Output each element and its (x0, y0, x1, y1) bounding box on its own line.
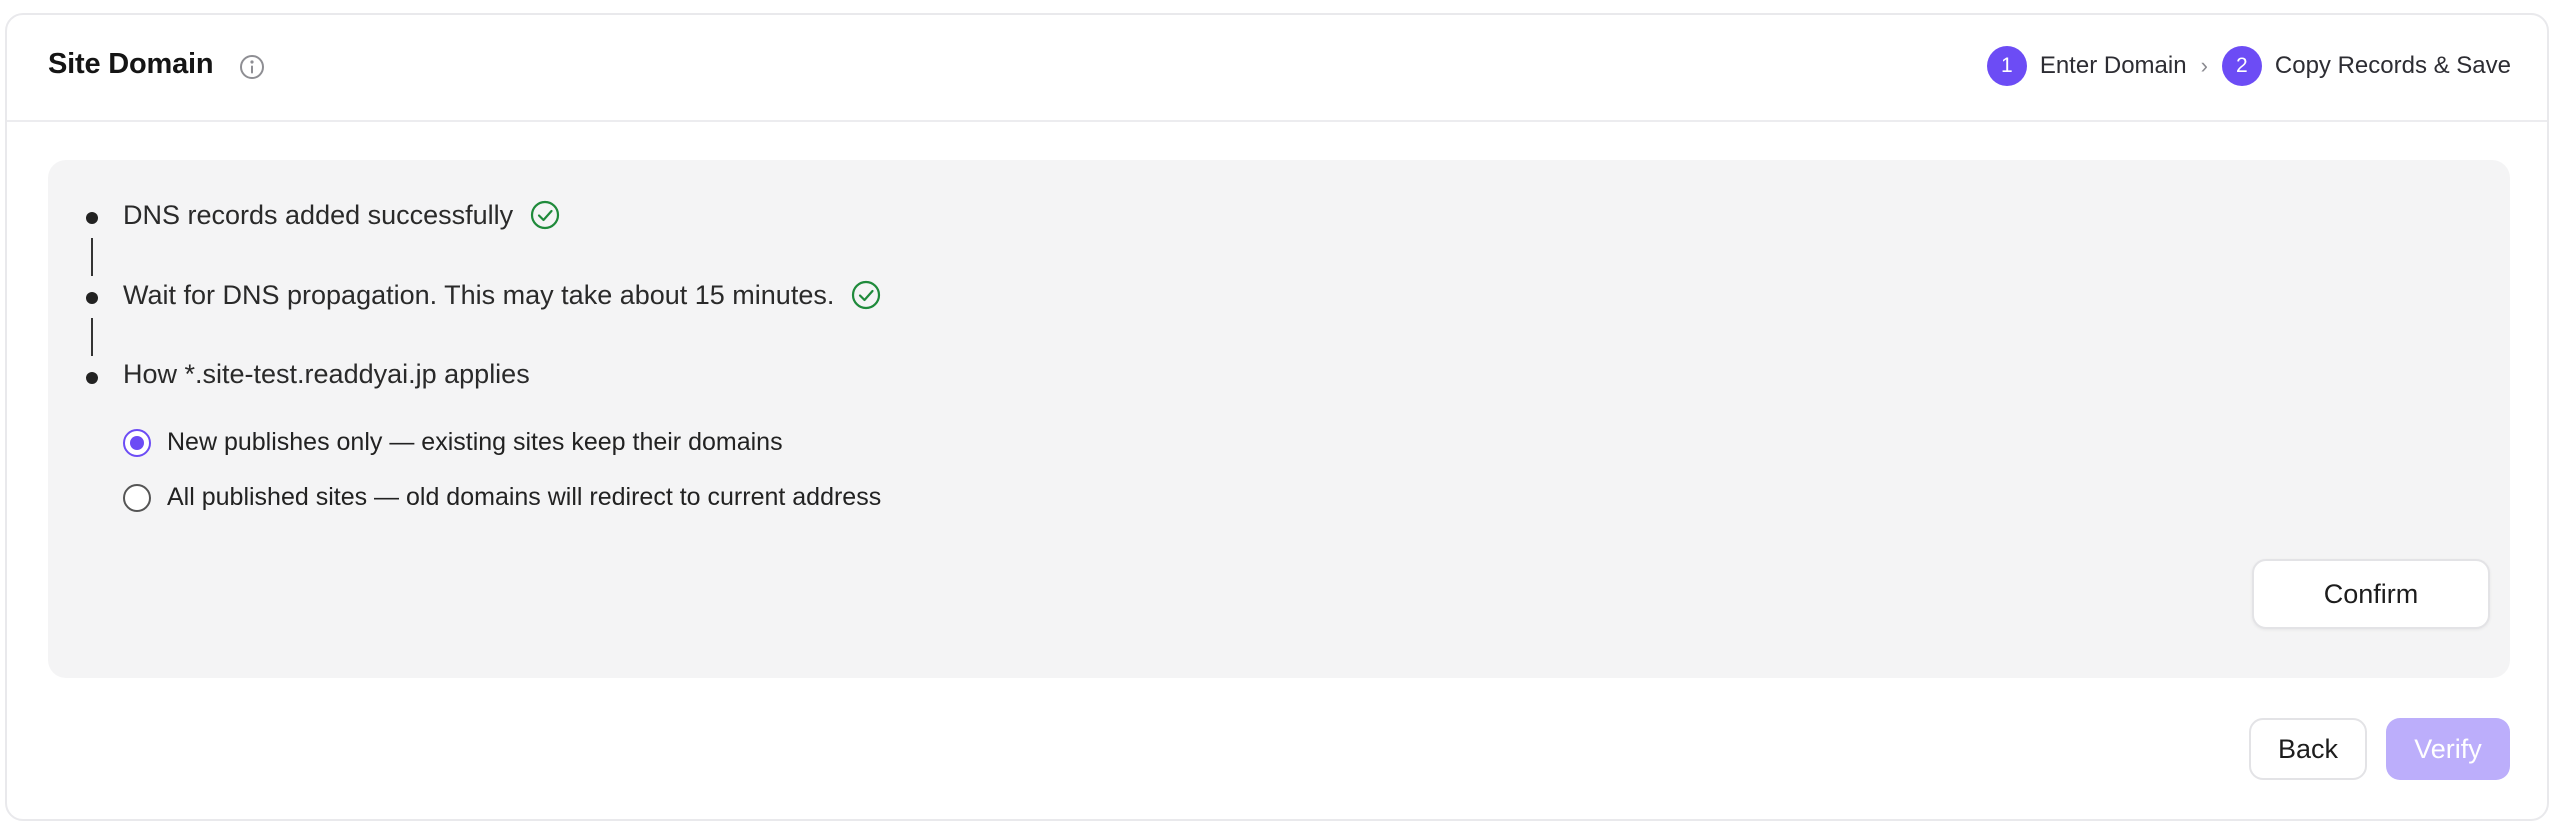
timeline-item-text: Wait for DNS propagation. This may take … (123, 279, 835, 310)
step-number: 2 (2221, 46, 2262, 86)
timeline-item-apply-scope: How *.site-test.readdyai.jp applies (123, 359, 530, 390)
card-header: Site Domain 1 Enter Domain › 2 Copy Reco… (7, 15, 2547, 122)
step-number: 1 (1986, 46, 2027, 86)
radio-label: New publishes only — existing sites keep… (167, 428, 783, 456)
back-button[interactable]: Back (2249, 718, 2367, 780)
step-label: Enter Domain (2039, 52, 2187, 79)
timeline-item-text: How *.site-test.readdyai.jp applies (123, 359, 530, 389)
radio-button[interactable] (123, 428, 151, 457)
radio-label: All published sites — old domains will r… (167, 483, 882, 511)
step-label: Copy Records & Save (2274, 52, 2511, 79)
step-copy-records: 2 Copy Records & Save (2221, 46, 2511, 86)
radio-option-all-published[interactable]: All published sites — old domains will r… (123, 483, 881, 512)
timeline-dot (86, 292, 98, 304)
site-domain-card: Site Domain 1 Enter Domain › 2 Copy Reco… (5, 13, 2549, 821)
timeline-dot (86, 212, 98, 224)
dns-status-panel: DNS records added successfully Wait for … (48, 160, 2510, 678)
radio-button[interactable] (123, 483, 151, 512)
verify-button[interactable]: Verify (2386, 718, 2510, 780)
timeline-connector (91, 318, 93, 356)
timeline-item-text: DNS records added successfully (123, 199, 514, 230)
page-title: Site Domain (48, 48, 214, 80)
timeline-item-propagation: Wait for DNS propagation. This may take … (123, 279, 882, 311)
radio-option-new-publishes[interactable]: New publishes only — existing sites keep… (123, 428, 783, 457)
info-circle-icon[interactable] (237, 52, 267, 82)
chevron-right-icon: › (2200, 53, 2208, 78)
timeline-connector (91, 238, 93, 276)
timeline-dot (86, 372, 98, 384)
check-circle-icon (852, 280, 881, 310)
step-enter-domain: 1 Enter Domain (1986, 46, 2187, 86)
check-circle-icon (531, 200, 560, 230)
timeline-item-dns-added: DNS records added successfully (123, 199, 561, 231)
confirm-button[interactable]: Confirm (2252, 559, 2490, 629)
stepper: 1 Enter Domain › 2 Copy Records & Save (1986, 45, 2511, 87)
